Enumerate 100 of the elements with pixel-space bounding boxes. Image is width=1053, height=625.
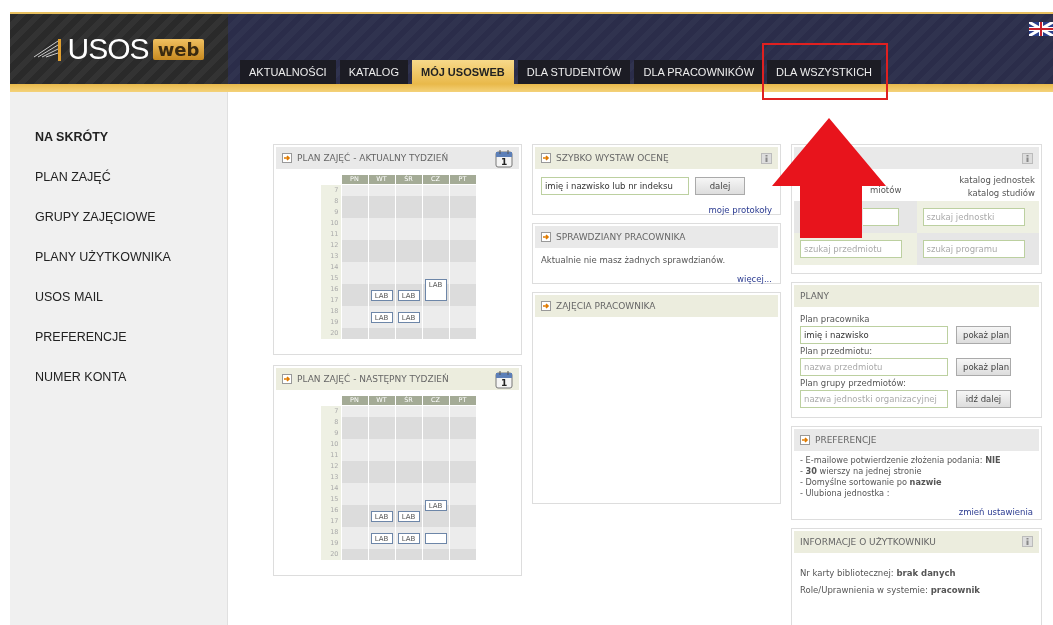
- timetable-cell: [449, 483, 476, 494]
- timetable-cell: [395, 251, 422, 262]
- expand-icon[interactable]: [282, 153, 292, 163]
- timetable-cell: [449, 295, 476, 306]
- timetable-cell: [449, 439, 476, 450]
- sidebar-link[interactable]: PREFERENCJE: [35, 327, 227, 347]
- plan-search-field[interactable]: imię i nazwisko: [800, 325, 948, 344]
- calendar-icon[interactable]: 1: [495, 148, 513, 168]
- timetable-cell: [368, 185, 395, 196]
- timetable-cell: [449, 317, 476, 328]
- preference-line: - Domyślne sortowanie po nazwie: [800, 476, 943, 488]
- preference-line: - Ulubiona jednostka :: [800, 487, 891, 499]
- search-field[interactable]: [862, 208, 899, 226]
- timetable-cell: [341, 207, 368, 218]
- protocols-link[interactable]: moje protokoły: [708, 205, 772, 215]
- timetable-cell: [341, 406, 368, 417]
- sidebar-heading: NA SKRÓTY: [35, 128, 110, 146]
- usosweb-logo[interactable]: USOS web: [10, 14, 228, 84]
- field-label: Plan grupy przedmiotów:: [800, 376, 907, 390]
- nav-tab[interactable]: DLA PRACOWNIKÓW: [634, 60, 764, 84]
- timetable-cell: [341, 273, 368, 284]
- nav-tab[interactable]: MÓJ USOSWEB: [411, 60, 514, 84]
- timetable-cell: [368, 472, 395, 483]
- sidebar-link[interactable]: NUMER KONTA: [35, 367, 227, 387]
- timetable-cell: [449, 538, 476, 549]
- expand-icon[interactable]: [282, 374, 292, 384]
- timetable-cell: [449, 472, 476, 483]
- timetable-cell: [395, 450, 422, 461]
- catalog-link[interactable]: katalog studiów: [967, 187, 1035, 200]
- expand-icon[interactable]: [541, 153, 551, 163]
- plan-button[interactable]: pokaż plan: [956, 357, 1011, 376]
- info-icon[interactable]: [761, 152, 772, 164]
- nav-tab[interactable]: DLA STUDENTÓW: [517, 60, 631, 84]
- timetable-cell: [368, 406, 395, 417]
- timetable-cell: [368, 461, 395, 472]
- plan-button[interactable]: pokaż plan: [956, 325, 1011, 344]
- timetable-cell: [395, 461, 422, 472]
- expand-icon[interactable]: [541, 232, 551, 242]
- nav-tab[interactable]: KATALOG: [339, 60, 408, 84]
- timetable-cell: [341, 439, 368, 450]
- field-label: Plan pracownika: [800, 312, 871, 326]
- plan-button[interactable]: idź dalej: [956, 389, 1011, 408]
- timetable-cell: [449, 417, 476, 428]
- timetable-cell: [368, 229, 395, 240]
- timetable-cell: [422, 229, 449, 240]
- timetable-cell: [395, 240, 422, 251]
- nav-tab[interactable]: AKTUALNOŚCI: [240, 60, 336, 84]
- calendar-icon[interactable]: 1: [495, 369, 513, 389]
- timetable-cell: [368, 439, 395, 450]
- more-link[interactable]: więcej...: [737, 274, 772, 284]
- preference-line: - 30 wierszy na jednej stronie: [800, 465, 923, 477]
- timetable-cell: [341, 306, 368, 317]
- sidebar-link[interactable]: USOS MAIL: [35, 287, 227, 307]
- timetable-cell: [449, 494, 476, 505]
- expand-icon[interactable]: [800, 434, 810, 445]
- timetable-cell: [368, 328, 395, 339]
- timetable-cell: [395, 549, 422, 560]
- timetable-cell: [422, 483, 449, 494]
- nav-tab[interactable]: DLA WSZYSTKICH: [767, 60, 882, 84]
- timetable-cell: [422, 185, 449, 196]
- timetable-cell: [368, 218, 395, 229]
- timetable-cell: [368, 450, 395, 461]
- empty-message: Aktualnie nie masz żadnych sprawdzianów.: [540, 254, 727, 267]
- timetable-cell: [422, 406, 449, 417]
- sidebar-link[interactable]: PLANY UŻYTKOWNIKA: [35, 247, 227, 267]
- timetable-cell: [449, 240, 476, 251]
- change-settings-link[interactable]: zmień ustawienia: [958, 506, 1033, 517]
- timetable-cell: [395, 273, 422, 284]
- timetable-cell: [395, 207, 422, 218]
- uk-flag-icon[interactable]: [1029, 22, 1053, 36]
- timetable-cell: [341, 262, 368, 273]
- expand-icon[interactable]: [541, 301, 551, 311]
- timetable-cell: [341, 240, 368, 251]
- sidebar-link[interactable]: GRUPY ZAJĘCIOWE: [35, 207, 227, 227]
- timetable-cell: [422, 328, 449, 339]
- info-icon[interactable]: [1022, 536, 1033, 548]
- student-search-field[interactable]: imię i nazwisko lub nr indeksu: [541, 177, 689, 195]
- panel-title: PREFERENCJE: [815, 434, 878, 445]
- timetable-cell: [395, 196, 422, 207]
- catalog-link[interactable]: miotów: [870, 185, 902, 195]
- timetable-cell: [395, 185, 422, 196]
- timetable-cell: [422, 439, 449, 450]
- sidebar-link[interactable]: PLAN ZAJĘĆ: [35, 167, 227, 187]
- timetable-cell: [449, 284, 476, 295]
- class-block[interactable]: [424, 532, 447, 544]
- timetable-cell: [395, 262, 422, 273]
- next-button[interactable]: dalej: [695, 177, 745, 195]
- timetable-cell: [341, 505, 368, 516]
- panel-title: PLANY: [800, 290, 831, 301]
- info-icon[interactable]: [1022, 152, 1033, 164]
- timetable-cell: [395, 417, 422, 428]
- timetable-cell: [449, 273, 476, 284]
- timetable-cell: [395, 483, 422, 494]
- timetable-cell: [422, 218, 449, 229]
- timetable-cell: [341, 549, 368, 560]
- catalog-link[interactable]: katalog jednostek: [959, 174, 1035, 187]
- timetable-cell: [368, 494, 395, 505]
- panel-title: INFORMACJE O UŻYTKOWNIKU: [800, 536, 937, 547]
- timetable-cell: [341, 251, 368, 262]
- timetable-cell: [422, 196, 449, 207]
